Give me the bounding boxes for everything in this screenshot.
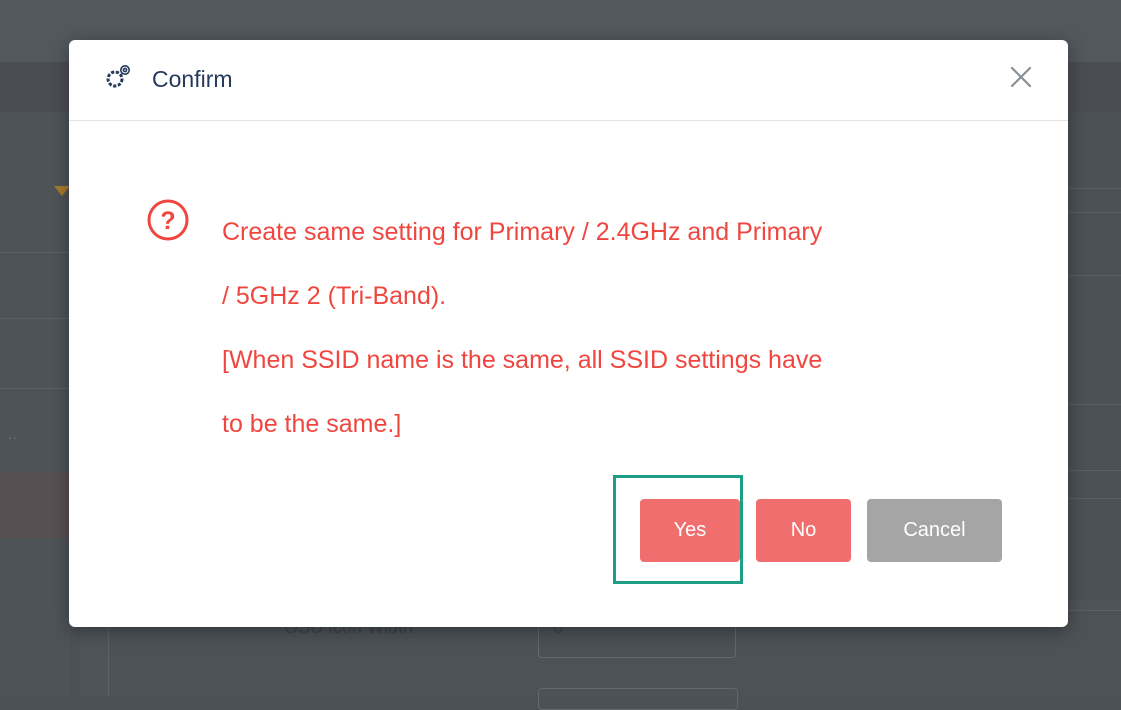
background-highlight-row [0,472,70,538]
background-divider [0,318,70,319]
dialog-message: Create same setting for Primary / 2.4GHz… [222,200,1002,456]
no-button[interactable]: No [756,499,851,562]
message-line: to be the same.] [222,410,402,438]
svg-text:?: ? [160,207,175,235]
background-sidebar [0,112,70,696]
message-line: / 5GHz 2 (Tri-Band). [222,282,447,310]
background-input [538,688,738,710]
background-divider [1068,404,1121,405]
close-icon[interactable] [1006,62,1036,92]
background-divider [1068,275,1121,276]
dialog-header: Confirm [69,40,1068,121]
background-divider [1068,212,1121,213]
cancel-button[interactable]: Cancel [867,499,1002,562]
yes-button[interactable]: Yes [640,499,740,562]
question-circle-icon: ? [147,199,189,241]
background-divider [1068,470,1121,471]
background-divider [1068,188,1121,189]
background-warning-marker [54,186,70,196]
gears-icon [106,65,130,88]
background-divider [1068,498,1121,499]
message-line: [When SSID name is the same, all SSID se… [222,346,823,374]
background-divider [0,388,70,389]
confirm-dialog: Confirm ? Create same setting for Primar… [69,40,1068,627]
dialog-title: Confirm [152,66,233,92]
background-divider [0,252,70,253]
background-ellipsis: .. [8,426,18,442]
message-line: Create same setting for Primary / 2.4GHz… [222,218,823,246]
